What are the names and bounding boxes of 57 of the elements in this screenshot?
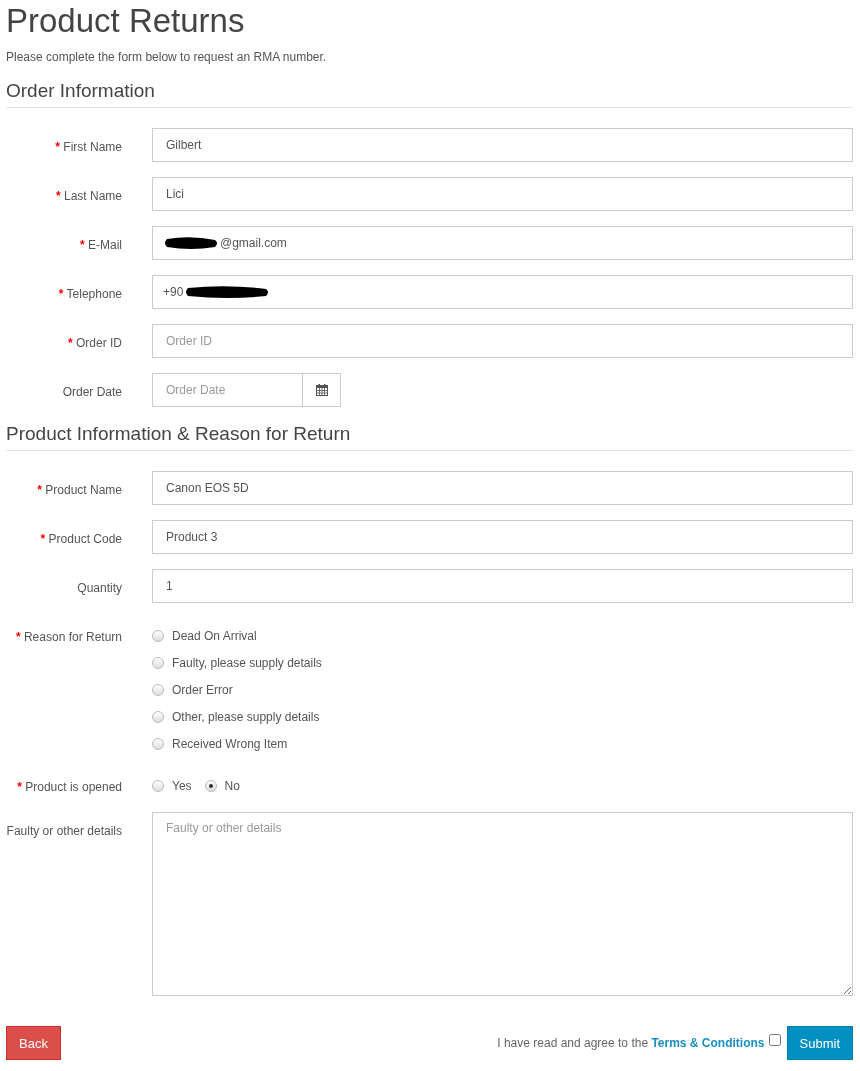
radio-button[interactable] xyxy=(152,684,164,696)
section-heading: Order Information xyxy=(6,80,853,108)
input-field[interactable]: +90 xyxy=(152,275,853,309)
input-field[interactable]: Product 3 xyxy=(152,520,853,554)
field-label: Quantity xyxy=(77,581,122,595)
intro-text: Please complete the form below to request an RMA number. xyxy=(6,50,328,64)
input-field[interactable]: 1 xyxy=(152,569,853,603)
field-label: Faulty or other details xyxy=(6,824,122,838)
field-label: Reason for Return xyxy=(23,630,122,644)
back-button[interactable]: Back xyxy=(6,1026,61,1060)
option-label: Order Error xyxy=(172,682,233,699)
redaction-mark xyxy=(163,236,219,250)
required-mark: * xyxy=(67,336,73,350)
required-mark: * xyxy=(40,532,46,546)
option-label: Faulty, please supply details xyxy=(172,655,322,672)
page-title: Product Returns xyxy=(6,1,246,41)
radio-button[interactable] xyxy=(204,780,217,792)
radio-button[interactable] xyxy=(152,738,164,750)
option-label: Dead On Arrival xyxy=(172,628,257,645)
input-field[interactable]: Gilbert xyxy=(152,128,853,162)
field-label: Order Date xyxy=(62,385,122,399)
field-label: Last Name xyxy=(63,189,122,203)
calendar-button[interactable] xyxy=(303,373,341,407)
required-mark: * xyxy=(37,483,42,497)
required-mark: * xyxy=(17,780,22,794)
input-field[interactable]: @gmail.com xyxy=(152,226,853,260)
field-label: Order ID xyxy=(76,336,122,350)
submit-button[interactable]: Submit xyxy=(786,1026,853,1060)
radio-button[interactable] xyxy=(152,630,164,642)
option-label: No xyxy=(224,778,240,795)
field-label: E-Mail xyxy=(88,238,122,252)
radio-button[interactable] xyxy=(152,657,164,669)
radio-button[interactable] xyxy=(152,780,164,792)
field-label: First Name xyxy=(63,140,122,154)
option-label: Other, please supply details xyxy=(172,709,320,726)
required-mark: * xyxy=(55,140,60,154)
required-mark: * xyxy=(55,189,61,203)
agreement-text: I have read and agree to the Terms & Conditions xyxy=(497,1036,765,1050)
input-field[interactable]: Canon EOS 5D xyxy=(152,471,853,505)
option-label: Received Wrong Item xyxy=(172,736,288,753)
field-label: Product Name xyxy=(45,483,122,497)
required-mark: * xyxy=(58,287,64,301)
input-field[interactable]: Lici xyxy=(152,177,853,211)
text-area[interactable]: Faulty or other details xyxy=(152,812,853,996)
input-field[interactable]: Order ID xyxy=(152,324,853,358)
required-mark: * xyxy=(79,238,85,252)
field-label: Product is opened xyxy=(25,780,122,794)
required-mark: * xyxy=(15,630,21,644)
field-label: Product Code xyxy=(48,532,122,546)
date-field[interactable]: Order Date xyxy=(152,373,303,407)
option-label: Yes xyxy=(172,778,192,795)
calendar-icon xyxy=(315,384,328,396)
field-label: Telephone xyxy=(66,287,122,301)
terms-link[interactable]: Terms & Conditions xyxy=(651,1036,765,1050)
section-heading: Product Information & Reason for Return xyxy=(6,423,853,451)
agree-checkbox[interactable] xyxy=(768,1034,781,1046)
radio-button[interactable] xyxy=(152,711,164,723)
